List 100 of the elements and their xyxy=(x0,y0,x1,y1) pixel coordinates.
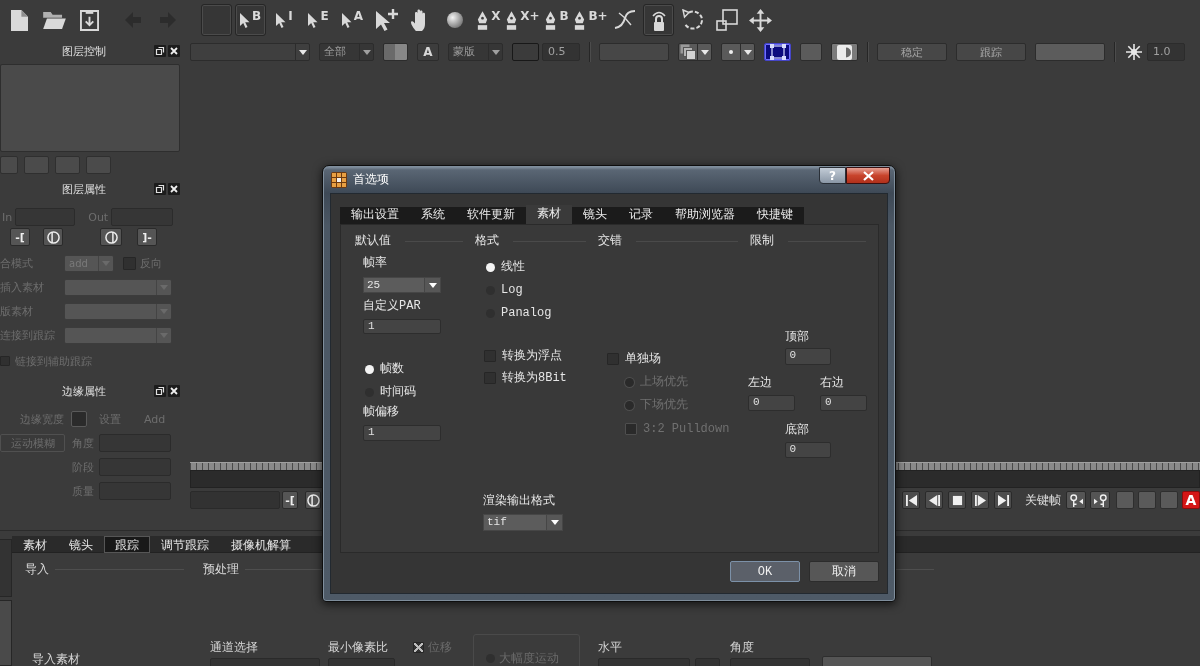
transport-button[interactable] xyxy=(948,491,966,509)
scale-icon xyxy=(715,9,738,31)
out-point-button[interactable] xyxy=(100,228,122,246)
select-tool-button[interactable]: I xyxy=(269,4,300,36)
field-label: 通道选择 xyxy=(210,640,259,654)
mark-button[interactable]: -[ xyxy=(10,228,30,246)
dropdown[interactable] xyxy=(190,43,310,61)
text-overlay-button[interactable]: A xyxy=(417,43,439,61)
field-label: 底部 xyxy=(784,423,810,437)
tab[interactable]: 记录 xyxy=(618,207,664,224)
tab[interactable]: 系统 xyxy=(410,207,456,224)
top-limit-field[interactable]: 0 xyxy=(784,348,831,365)
key-icon xyxy=(1069,493,1083,507)
panel-button[interactable] xyxy=(55,156,80,174)
side-tab[interactable] xyxy=(0,600,12,666)
transport-button[interactable] xyxy=(971,491,989,509)
checkbox[interactable] xyxy=(413,641,424,653)
pen-tool-button[interactable]: B+ xyxy=(575,4,606,36)
close-icon xyxy=(862,170,874,181)
field-label: 左边 xyxy=(748,376,773,390)
close-icon[interactable] xyxy=(168,385,180,397)
ok-button[interactable]: OK xyxy=(730,561,800,582)
frame-button[interactable] xyxy=(764,43,791,61)
clip-dropdown[interactable] xyxy=(64,327,172,344)
layer-list[interactable] xyxy=(0,64,180,152)
left-triangle-bar-icon xyxy=(928,494,940,506)
close-button[interactable] xyxy=(846,167,890,184)
contrast-button[interactable] xyxy=(831,43,858,61)
keyframe-label: 关键帧 xyxy=(1025,491,1061,509)
window-restore-icon[interactable] xyxy=(154,45,166,57)
lock-tool-button[interactable] xyxy=(643,4,674,36)
mark-button[interactable]: ]- xyxy=(137,228,157,246)
caret-icon xyxy=(743,49,752,55)
toolbar-button[interactable] xyxy=(1035,43,1105,61)
cancel-button[interactable]: 取消 xyxy=(809,561,879,582)
tab[interactable]: 帮助浏览器 xyxy=(664,207,746,224)
mark-button[interactable]: -[ xyxy=(282,491,298,509)
select-tool-button[interactable]: A xyxy=(337,4,368,36)
square-button[interactable] xyxy=(800,43,822,61)
panel-button[interactable] xyxy=(86,156,111,174)
radio-label: 帧数 xyxy=(380,362,404,376)
checkbox-label: 单独场 xyxy=(625,352,661,366)
transport-button[interactable] xyxy=(925,491,943,509)
tab[interactable]: 素材 xyxy=(12,536,58,553)
panel-button[interactable] xyxy=(24,156,49,174)
clip-dropdown[interactable] xyxy=(64,303,172,320)
split-view-button[interactable] xyxy=(383,43,408,61)
key-slot-button[interactable] xyxy=(1116,491,1134,509)
bar-right-triangle-icon xyxy=(974,494,986,506)
left-limit-field[interactable]: 0 xyxy=(748,395,795,411)
panel-button[interactable] xyxy=(0,156,18,174)
circle-bar-icon xyxy=(46,230,60,244)
transport-button[interactable] xyxy=(902,491,920,509)
folder-icon xyxy=(43,11,66,29)
radio-button[interactable] xyxy=(365,364,374,374)
select-tool-button[interactable]: E xyxy=(303,4,334,36)
circle-bar-icon xyxy=(306,493,320,507)
transport-button[interactable] xyxy=(994,491,1012,509)
layers-dropdown[interactable] xyxy=(678,43,712,61)
bar-left-triangle-icon xyxy=(905,494,917,506)
tab[interactable]: 镜头 xyxy=(572,207,618,224)
dialog-title: 首选项 xyxy=(353,171,389,188)
tab[interactable]: 摄像机解算 xyxy=(220,536,302,553)
close-icon[interactable] xyxy=(168,45,180,57)
window-restore-icon[interactable] xyxy=(154,385,166,397)
key-slot-button[interactable] xyxy=(1160,491,1178,509)
point-size-dropdown[interactable] xyxy=(721,43,755,61)
group-title: 默认值 xyxy=(355,234,391,248)
clip-dropdown[interactable] xyxy=(64,279,172,296)
auto-key-button[interactable]: A xyxy=(1182,491,1200,509)
frame-offset-field[interactable]: 1 xyxy=(363,425,441,441)
radio-label: Log xyxy=(501,283,523,297)
key-button[interactable] xyxy=(1066,491,1086,509)
pen-tool-button[interactable]: B xyxy=(541,4,572,36)
tab[interactable]: 输出设置 xyxy=(340,207,410,224)
blank-tool-button[interactable] xyxy=(201,4,232,36)
in-point-button[interactable] xyxy=(43,228,63,246)
window-restore-icon[interactable] xyxy=(154,183,166,195)
key-slot-button[interactable] xyxy=(1138,491,1156,509)
sparkle-button[interactable] xyxy=(1124,43,1144,61)
par-field[interactable]: 1 xyxy=(363,319,441,334)
field-label: 自定义PAR xyxy=(363,299,421,313)
right-limit-field[interactable]: 0 xyxy=(820,395,867,411)
pen-tool-button[interactable]: X xyxy=(473,4,504,36)
in-point-button[interactable] xyxy=(305,491,321,509)
key-button[interactable] xyxy=(1090,491,1110,509)
bottom-limit-field[interactable]: 0 xyxy=(784,442,831,458)
cursor-icon xyxy=(308,12,319,28)
pen-tool-button[interactable]: X+ xyxy=(507,4,538,36)
tab[interactable]: 镜头 xyxy=(58,536,104,553)
edge-width-field[interactable] xyxy=(71,411,87,427)
tab[interactable]: 跟踪 xyxy=(104,536,150,553)
tab[interactable]: 调节跟踪 xyxy=(150,536,220,553)
close-icon[interactable] xyxy=(168,183,180,195)
tab[interactable]: 快捷键 xyxy=(746,207,804,224)
tab[interactable]: 软件更新 xyxy=(456,207,526,224)
radio-button[interactable] xyxy=(486,262,495,272)
tab[interactable]: 素材 xyxy=(526,205,572,224)
side-tab[interactable] xyxy=(0,539,12,597)
select-tool-button[interactable]: B xyxy=(235,4,266,36)
